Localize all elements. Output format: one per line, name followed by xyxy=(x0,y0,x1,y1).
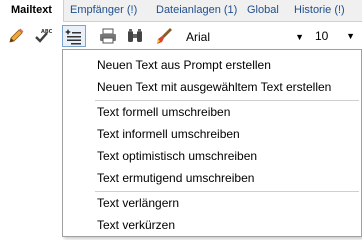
find-button[interactable] xyxy=(123,25,147,47)
toolbar: ABC Arial ▼ 10 ▼ xyxy=(0,22,362,50)
font-family-select[interactable]: Arial ▼ xyxy=(183,26,309,47)
binoculars-icon xyxy=(128,29,142,42)
menu-item-new-from-prompt[interactable]: Neuen Text aus Prompt erstellen xyxy=(97,58,271,72)
ai-text-button[interactable] xyxy=(62,25,86,47)
font-family-value: Arial xyxy=(186,30,211,44)
chevron-down-icon: ▼ xyxy=(295,32,304,42)
menu-separator xyxy=(95,100,359,101)
chevron-down-icon: ▼ xyxy=(346,31,355,41)
menu-separator xyxy=(95,191,359,192)
tab-global[interactable]: Global xyxy=(241,0,285,22)
tab-empfaenger[interactable]: Empfänger (!) xyxy=(64,0,143,22)
spellcheck-icon: ABC xyxy=(35,29,52,43)
ai-text-menu: Neuen Text aus Prompt erstellen Neuen Te… xyxy=(62,49,362,237)
menu-item-rewrite-informal[interactable]: Text informell umschreiben xyxy=(97,127,240,141)
brush-icon xyxy=(157,28,172,44)
tab-mailtext[interactable]: Mailtext xyxy=(0,0,64,23)
font-size-select[interactable]: 10 ▼ xyxy=(313,26,359,47)
menu-item-rewrite-encouraging[interactable]: Text ermutigend umschreiben xyxy=(97,171,254,185)
ai-text-icon xyxy=(65,29,81,45)
tab-historie[interactable]: Historie (!) xyxy=(288,0,351,22)
menu-item-lengthen[interactable]: Text verlängern xyxy=(97,196,179,210)
menu-item-shorten[interactable]: Text verkürzen xyxy=(97,218,175,232)
spellcheck-button[interactable]: ABC xyxy=(31,25,55,47)
font-size-value: 10 xyxy=(315,29,329,43)
tab-dateianlagen[interactable]: Dateianlagen (1) xyxy=(150,0,243,22)
pencil-icon xyxy=(9,28,24,43)
format-painter-button[interactable] xyxy=(152,25,176,47)
print-icon xyxy=(100,28,116,44)
tab-bar: Mailtext Empfänger (!) Dateianlagen (1) … xyxy=(0,0,362,23)
print-button[interactable] xyxy=(96,25,120,47)
menu-item-new-from-selection[interactable]: Neuen Text mit ausgewähltem Text erstell… xyxy=(97,80,331,94)
menu-item-rewrite-optimistic[interactable]: Text optimistisch umschreiben xyxy=(97,149,257,163)
menu-item-rewrite-formal[interactable]: Text formell umschreiben xyxy=(97,105,230,119)
edit-button[interactable] xyxy=(4,25,28,47)
